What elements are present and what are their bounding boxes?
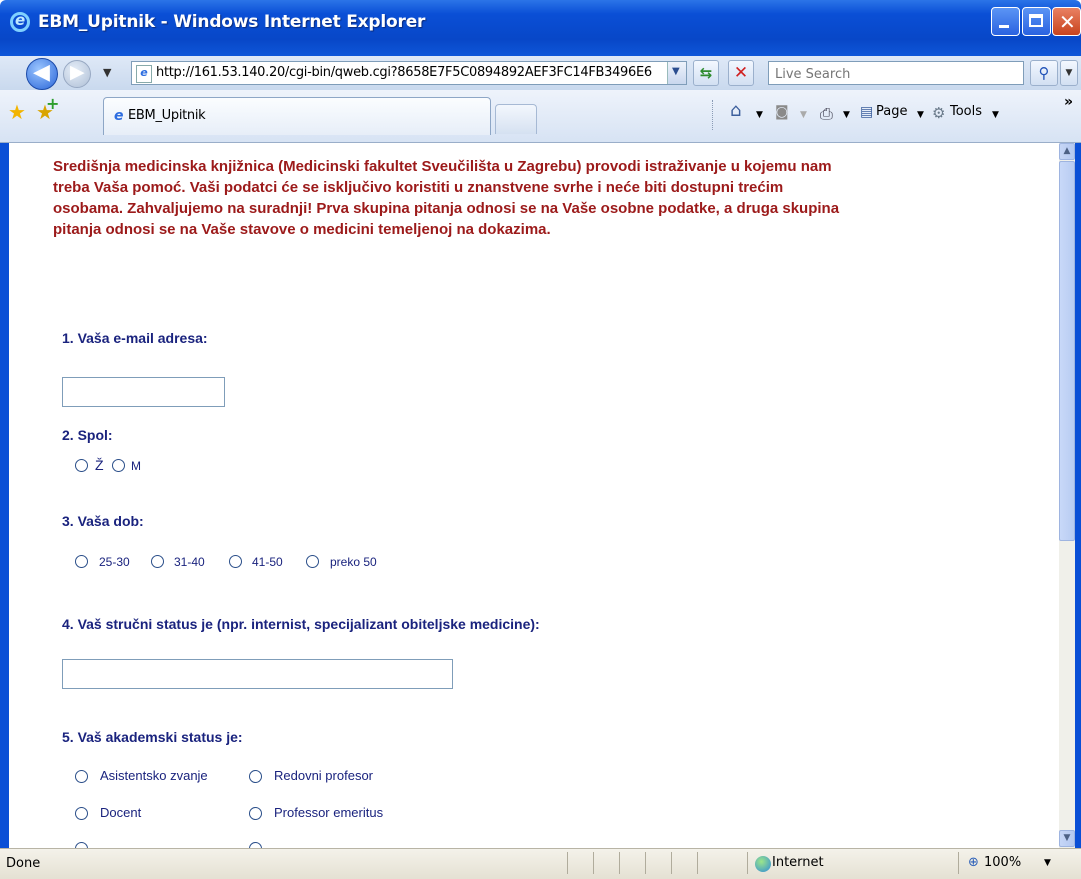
stop-button[interactable]: ✕ <box>728 60 754 86</box>
home-dropdown-icon[interactable]: ▼ <box>756 110 763 120</box>
new-tab-button[interactable] <box>495 104 537 134</box>
toolbar-overflow-icon[interactable]: » <box>1064 94 1073 110</box>
academic-radio-docent[interactable] <box>75 807 88 820</box>
home-icon[interactable]: ⌂ <box>730 100 741 121</box>
gender-radio-female[interactable] <box>75 459 88 472</box>
forward-button[interactable]: ▶ <box>63 60 91 88</box>
title-bar: EBM_Upitnik - Windows Internet Explorer … <box>0 0 1081 56</box>
window-title: EBM_Upitnik - Windows Internet Explorer <box>38 12 426 32</box>
status-divider <box>645 852 646 874</box>
status-divider <box>747 852 748 874</box>
page-dropdown-icon[interactable]: ▼ <box>917 110 924 120</box>
page-icon: e <box>136 65 152 83</box>
age-option-31-40: 31-40 <box>174 555 205 569</box>
academic-option-assistant: Asistentsko zvanje <box>100 768 208 783</box>
address-dropdown-button[interactable] <box>667 62 686 84</box>
close-icon: ✕ <box>1059 10 1076 34</box>
window-border-right <box>1075 143 1081 848</box>
status-text: Done <box>6 856 41 871</box>
search-icon: ⚲ <box>1038 64 1050 82</box>
scroll-up-button[interactable]: ▲ <box>1059 143 1075 160</box>
tools-menu-button[interactable]: Tools <box>950 104 982 119</box>
tools-dropdown-icon[interactable]: ▼ <box>992 110 999 120</box>
ie-page-icon: e <box>114 108 124 124</box>
feeds-icon[interactable]: ◙ <box>775 104 789 120</box>
age-radio-41-50[interactable] <box>229 555 242 568</box>
age-radio-25-30[interactable] <box>75 555 88 568</box>
academic-option-professor-emeritus: Professor emeritus <box>274 805 384 820</box>
age-option-25-30: 25-30 <box>99 555 130 569</box>
forward-arrow-icon: ▶ <box>70 61 85 83</box>
survey-intro: Središnja medicinska knjižnica (Medicins… <box>53 158 840 238</box>
status-divider <box>671 852 672 874</box>
age-radio-over-50[interactable] <box>306 555 319 568</box>
question-4-label: 4. Vaš stručni status je (npr. internist… <box>62 616 540 632</box>
zoom-dropdown-icon[interactable]: ▼ <box>1044 858 1051 868</box>
question-5-label: 5. Vaš akademski status je: <box>62 729 243 745</box>
academic-radio-professor-emeritus[interactable] <box>249 807 262 820</box>
search-button[interactable]: ⚲ <box>1030 60 1058 86</box>
tab-label: EBM_Upitnik <box>128 108 206 123</box>
email-field[interactable] <box>62 377 225 407</box>
question-1-label: 1. Vaša e-mail adresa: <box>62 330 208 346</box>
address-url[interactable]: http://161.53.140.20/cgi-bin/qweb.cgi?86… <box>156 65 652 80</box>
scroll-down-button[interactable]: ▼ <box>1059 830 1075 847</box>
add-favorites-icon[interactable]: ★ <box>36 94 59 124</box>
question-2-label: 2. Spol: <box>62 427 113 443</box>
question-3-label: 3. Vaša dob: <box>62 513 144 529</box>
search-options-button[interactable]: ▼ <box>1060 60 1078 86</box>
status-divider <box>593 852 594 874</box>
status-divider <box>958 852 959 874</box>
professional-status-field[interactable] <box>62 659 453 689</box>
page-menu-button[interactable]: Page <box>876 104 907 119</box>
age-option-41-50: 41-50 <box>252 555 283 569</box>
search-box[interactable] <box>768 61 1024 85</box>
browser-window: EBM_Upitnik - Windows Internet Explorer … <box>0 0 1081 879</box>
status-divider <box>619 852 620 874</box>
gender-radio-male[interactable] <box>112 459 125 472</box>
gender-option-male: M <box>131 459 141 473</box>
close-window-button[interactable]: ✕ <box>1052 7 1081 36</box>
status-divider <box>567 852 568 874</box>
back-arrow-icon: ◀ <box>33 60 50 85</box>
zoom-level[interactable]: 100% <box>984 855 1021 870</box>
address-bar[interactable]: e http://161.53.140.20/cgi-bin/qweb.cgi?… <box>131 61 687 85</box>
security-zone-label: Internet <box>772 855 824 870</box>
academic-option-full-professor: Redovni profesor <box>274 768 373 783</box>
window-border-left <box>0 143 9 848</box>
status-divider <box>697 852 698 874</box>
ie-logo-icon <box>10 11 30 32</box>
status-bar <box>0 848 1081 879</box>
history-dropdown-icon[interactable]: ▼ <box>103 66 111 79</box>
tab-ebm-upitnik[interactable]: e EBM_Upitnik <box>103 97 491 135</box>
maximize-button[interactable] <box>1022 7 1051 36</box>
back-button[interactable]: ◀ <box>26 58 58 90</box>
print-dropdown-icon[interactable]: ▼ <box>843 110 850 120</box>
zoom-icon: ⊕ <box>968 855 979 870</box>
page-menu-icon: ▤ <box>860 104 874 120</box>
tools-gear-icon: ⚙ <box>932 104 946 122</box>
internet-zone-icon <box>755 856 771 872</box>
age-option-over-50: preko 50 <box>330 555 377 569</box>
favorites-star-icon[interactable]: ★ <box>8 100 26 124</box>
command-bar-separator <box>712 100 715 130</box>
academic-option-docent: Docent <box>100 805 142 820</box>
refresh-button[interactable]: ⇆ <box>693 60 719 86</box>
feeds-dropdown-icon[interactable]: ▼ <box>800 110 807 120</box>
print-icon[interactable]: ⎙ <box>820 104 833 124</box>
academic-radio-assistant[interactable] <box>75 770 88 783</box>
academic-radio-full-professor[interactable] <box>249 770 262 783</box>
gender-option-female: Ž <box>95 457 104 473</box>
age-radio-31-40[interactable] <box>151 555 164 568</box>
scrollbar-thumb[interactable] <box>1059 161 1075 541</box>
minimize-button[interactable] <box>991 7 1020 36</box>
search-input[interactable] <box>773 64 1017 84</box>
